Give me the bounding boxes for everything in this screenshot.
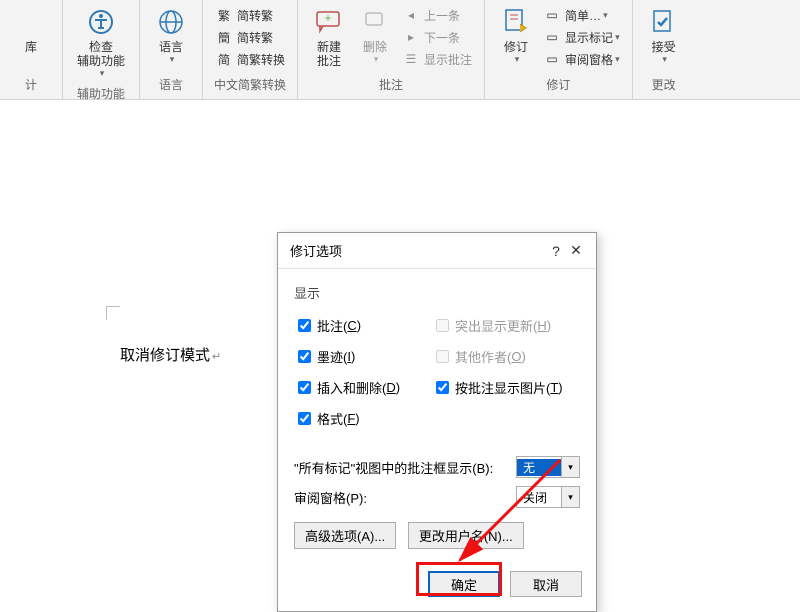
simp-to-trad-button[interactable]: 繁简转繁 [215,6,285,24]
dialog-title: 修订选项 [290,241,546,260]
cancel-button[interactable]: 取消 [510,571,582,597]
new-comment-button[interactable]: + 新建 批注 [306,4,352,70]
ribbon-group-comments: + 新建 批注 删除 ▾ ◂上一条 ▸下一条 ☰显示批注 批注 [298,0,485,99]
trad-to-simp-button[interactable]: 簡简转繁 [215,28,285,46]
accessibility-icon [85,6,117,38]
checkbox-ink[interactable]: 墨迹(I) [294,347,355,366]
partial-btn[interactable]: 库 [8,4,54,56]
close-button[interactable]: ✕ [566,242,586,259]
markup-mode-select[interactable]: ▭简单…▾ [543,6,620,24]
chevron-down-icon: ▾ [561,457,579,477]
checkbox-highlight-updates: 突出显示更新(H) [432,316,551,335]
accept-icon [648,6,680,38]
doc-icon: ▭ [543,6,561,24]
pane-label: 审阅窗格(P): [294,488,516,507]
ribbon: 库 计 检查 辅助功能 ▾ 辅助功能 语言 ▾ 语言 繁简转繁 簡简转繁 [0,0,800,100]
balloon-label: "所有标记"视图中的批注框显示(B): [294,458,516,477]
pane-icon: ▭ [543,50,561,68]
checkbox-comments[interactable]: 批注(C) [294,316,361,335]
delete-comment-button[interactable]: 删除 ▾ [352,4,398,67]
help-button[interactable]: ? [546,243,566,259]
chinese-convert-button[interactable]: 简简繁转换 [215,50,285,68]
ribbon-group-partial: 库 计 [0,0,63,99]
track-changes-button[interactable]: 修订 ▾ [493,4,539,67]
dialog-titlebar: 修订选项 ? ✕ [278,233,596,269]
ribbon-group-track: 修订 ▾ ▭简单…▾ ▭显示标记▾ ▭审阅窗格▾ 修订 [485,0,633,99]
delete-icon [359,6,391,38]
svg-text:+: + [325,11,332,25]
ribbon-group-chinese: 繁简转繁 簡简转繁 简简繁转换 中文简繁转换 [203,0,298,99]
language-icon [155,6,187,38]
paragraph-mark-icon: ↵ [212,351,221,363]
next-icon: ▸ [402,28,420,46]
balloon-select[interactable]: 无▾ [516,456,580,478]
accept-button[interactable]: 接受 ▾ [641,4,687,67]
prev-icon: ◂ [402,6,420,24]
ribbon-group-accessibility: 检查 辅助功能 ▾ 辅助功能 [63,0,140,99]
language-button[interactable]: 语言 ▾ [148,4,194,67]
chevron-down-icon: ▾ [170,54,175,65]
chevron-down-icon: ▾ [561,487,579,507]
chevron-down-icon: ▾ [515,54,520,65]
check-accessibility-button[interactable]: 检查 辅助功能 ▾ [71,4,131,81]
show-markup-button[interactable]: ▭显示标记▾ [543,28,620,46]
ribbon-group-changes: 接受 ▾ 更改 [633,0,695,99]
checkbox-format[interactable]: 格式(F) [294,409,580,428]
ok-button[interactable]: 确定 [428,571,500,597]
checkbox-ins-del[interactable]: 插入和删除(D) [294,378,400,397]
show-comments-button[interactable]: ☰显示批注 [402,50,472,68]
pane-select[interactable]: 关闭▾ [516,486,580,508]
ribbon-group-language: 语言 ▾ 语言 [140,0,203,99]
convert-icon: 簡 [215,28,233,46]
convert-icon: 简 [215,50,233,68]
prev-comment-button[interactable]: ◂上一条 [402,6,472,24]
reviewing-pane-button[interactable]: ▭审阅窗格▾ [543,50,620,68]
chevron-down-icon: ▾ [662,54,667,65]
convert-icon: 繁 [215,6,233,24]
document-text: 取消修订模式↵ [120,344,221,365]
next-comment-button[interactable]: ▸下一条 [402,28,472,46]
advanced-options-button[interactable]: 高级选项(A)... [294,522,396,549]
page-corner [106,306,120,320]
change-username-button[interactable]: 更改用户名(N)... [408,522,524,549]
track-icon [500,6,532,38]
checkbox-pictures[interactable]: 按批注显示图片(T) [432,378,563,397]
track-options-dialog: 修订选项 ? ✕ 显示 批注(C) 突出显示更新(H) 墨迹(I) 其他作者(O… [277,232,597,612]
markup-icon: ▭ [543,28,561,46]
comment-icon: + [313,6,345,38]
section-display: 显示 [294,283,580,302]
chevron-down-icon: ▾ [374,54,379,65]
show-comments-icon: ☰ [402,50,420,68]
chevron-down-icon: ▾ [100,68,105,79]
checkbox-other-authors: 其他作者(O) [432,347,526,366]
